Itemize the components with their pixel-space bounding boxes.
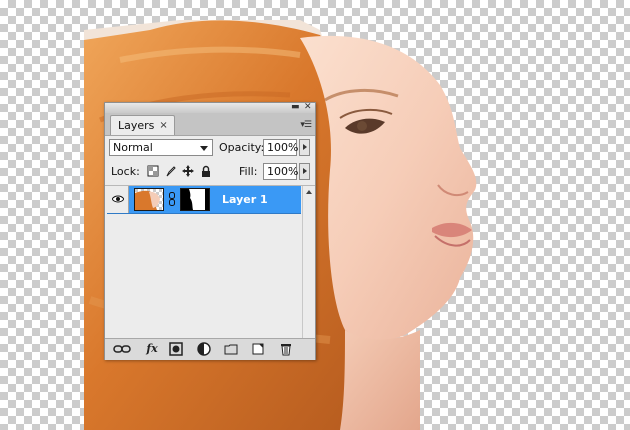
lock-image-pixels-icon[interactable]	[165, 165, 177, 177]
blend-opacity-row: Normal Opacity: 100%	[109, 139, 313, 157]
new-group-icon[interactable]	[224, 342, 238, 356]
fill-input[interactable]: 100%	[263, 163, 298, 180]
lock-transparent-pixels-icon[interactable]	[147, 165, 159, 177]
chevron-down-icon	[200, 146, 208, 151]
panel-menu-icon[interactable]: ▾☰	[300, 120, 312, 130]
opacity-input[interactable]: 100%	[263, 139, 298, 156]
lock-fill-row: Lock: Fill: 100%	[109, 163, 313, 181]
scroll-up-icon[interactable]	[306, 190, 312, 194]
layers-scrollbar[interactable]	[302, 186, 315, 350]
opacity-label: Opacity:	[219, 141, 265, 154]
layers-panel: ▬ ✕ Layers × ▾☰ Normal Opacity: 100% Loc…	[104, 102, 316, 360]
eye-icon	[112, 195, 124, 203]
minimize-icon[interactable]: ▬	[291, 101, 300, 113]
panel-tab-row: Layers × ▾☰	[105, 113, 315, 136]
lock-all-icon[interactable]	[200, 165, 212, 177]
new-layer-icon[interactable]	[251, 342, 265, 356]
panel-body: Normal Opacity: 100% Lock: Fill: 100% La…	[105, 136, 315, 359]
link-layers-icon[interactable]	[113, 342, 131, 356]
lock-label: Lock:	[111, 165, 140, 178]
tab-close-icon[interactable]: ×	[159, 116, 167, 135]
blend-mode-dropdown[interactable]: Normal	[109, 139, 213, 156]
panel-footer-toolbar: fx	[105, 338, 315, 360]
lock-position-icon[interactable]	[182, 165, 194, 177]
fill-slider-button[interactable]	[299, 163, 310, 180]
tab-layers[interactable]: Layers ×	[110, 115, 175, 135]
layer-style-fx-icon[interactable]: fx	[143, 342, 161, 356]
visibility-toggle[interactable]	[107, 186, 129, 213]
fill-label: Fill:	[239, 165, 258, 178]
tab-layers-label: Layers	[118, 119, 155, 132]
add-mask-icon[interactable]	[169, 342, 183, 356]
delete-layer-icon[interactable]	[279, 342, 293, 356]
layers-list: Layer 1	[107, 186, 301, 350]
layer-row[interactable]: Layer 1	[107, 186, 301, 214]
opacity-slider-button[interactable]	[299, 139, 310, 156]
layer-name: Layer 1	[222, 193, 268, 206]
close-icon[interactable]: ✕	[304, 101, 312, 113]
layer-mask-thumbnail[interactable]	[180, 188, 210, 211]
adjustment-layer-icon[interactable]	[197, 342, 211, 356]
link-mask-icon[interactable]	[169, 192, 175, 206]
blend-mode-value: Normal	[113, 141, 153, 154]
layer-thumbnail[interactable]	[134, 188, 164, 211]
